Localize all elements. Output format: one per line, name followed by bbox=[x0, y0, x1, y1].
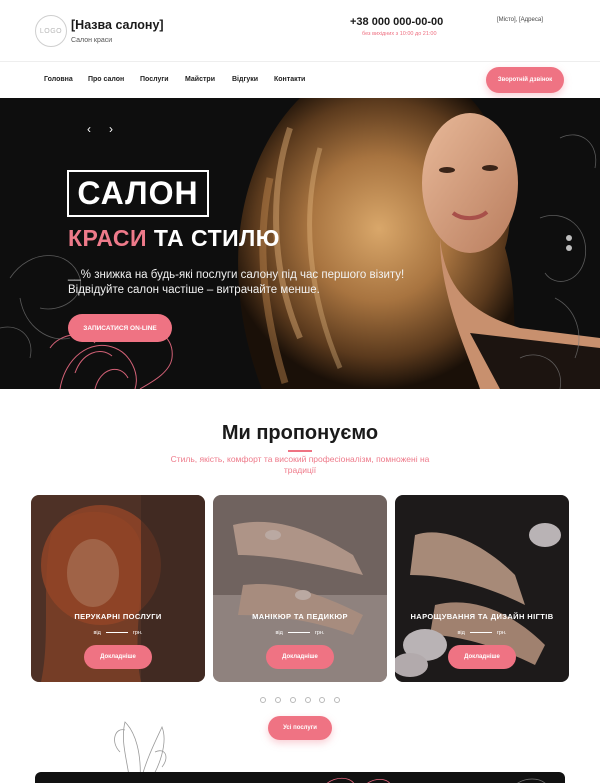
section-subtitle: Стиль, якість, комфорт та високий профес… bbox=[170, 454, 430, 475]
price-from: від bbox=[275, 630, 283, 636]
card-title: НАРОЩУВАННЯ ТА ДИЗАЙН НІГТІВ bbox=[410, 612, 554, 621]
carousel-dot[interactable] bbox=[275, 697, 281, 703]
card-price: від грн. bbox=[395, 630, 569, 636]
hero-promo-line-1: __% знижка на будь-які послуги салону пі… bbox=[68, 269, 405, 281]
hero-prev-arrow-icon[interactable]: ‹ bbox=[87, 122, 91, 136]
site-header: LOGO [Назва салону] Салон краси +38 000 … bbox=[0, 0, 600, 62]
price-currency: грн. bbox=[314, 630, 325, 636]
card-more-button[interactable]: Докладніше bbox=[84, 645, 152, 669]
card-price: від грн. bbox=[213, 630, 387, 636]
callback-button[interactable]: Зворотній дзвінок bbox=[486, 67, 564, 93]
carousel-dot[interactable] bbox=[260, 697, 266, 703]
card-more-button[interactable]: Докладніше bbox=[266, 645, 334, 669]
hero-slide-dot[interactable] bbox=[566, 235, 572, 241]
hero-banner: ‹ › САЛОН КРАСИ ТА СТИЛЮ __% знижка на б… bbox=[0, 98, 600, 389]
nav-item-home[interactable]: Головна bbox=[44, 76, 73, 83]
carousel-dot[interactable] bbox=[319, 697, 325, 703]
hero-promo: __% знижка на будь-які послуги салону пі… bbox=[68, 268, 448, 298]
price-dash bbox=[469, 632, 492, 634]
nav-item-about[interactable]: Про салон bbox=[88, 76, 124, 83]
card-price: від грн. bbox=[31, 630, 205, 636]
hero-subtitle-accent: КРАСИ bbox=[68, 225, 148, 251]
service-card-hair[interactable]: ПЕРУКАРНІ ПОСЛУГИ від грн. Докладніше bbox=[31, 495, 205, 682]
hero-promo-line-2: Відвідуйте салон частіше – витрачайте ме… bbox=[68, 284, 320, 296]
service-card-nails[interactable]: НАРОЩУВАННЯ ТА ДИЗАЙН НІГТІВ від грн. Док… bbox=[395, 495, 569, 682]
brand: [Назва салону] Салон краси bbox=[71, 18, 164, 44]
carousel-dot[interactable] bbox=[305, 697, 311, 703]
hero-title: САЛОН bbox=[67, 170, 209, 217]
section-title: Ми пропонуємо bbox=[221, 422, 379, 444]
card-title: МАНІКЮР ТА ПЕДИКЮР bbox=[252, 612, 348, 621]
floral-pattern bbox=[327, 777, 546, 783]
price-dash bbox=[287, 632, 310, 634]
nav-item-reviews[interactable]: Відгуки bbox=[232, 76, 258, 83]
logo[interactable]: LOGO bbox=[35, 15, 67, 47]
phone-number[interactable]: +38 000 000-00-00 bbox=[350, 16, 443, 28]
salon-name: [Назва салону] bbox=[71, 18, 164, 32]
nav-item-masters[interactable]: Майстри bbox=[185, 76, 215, 83]
carousel-dot[interactable] bbox=[290, 697, 296, 703]
price-from: від bbox=[93, 630, 101, 636]
online-booking-button[interactable]: ЗАПИСАТИСЯ ON-LINE bbox=[68, 314, 172, 342]
nav-item-contacts[interactable]: Контакти bbox=[274, 76, 305, 83]
price-currency: грн. bbox=[132, 630, 143, 636]
hero-subtitle: КРАСИ ТА СТИЛЮ bbox=[68, 225, 280, 252]
section-divider bbox=[288, 450, 312, 452]
salon-subtitle: Салон краси bbox=[71, 37, 113, 44]
price-currency: грн. bbox=[496, 630, 507, 636]
hero-next-arrow-icon[interactable]: › bbox=[109, 122, 113, 136]
service-card-manicure[interactable]: МАНІКЮР ТА ПЕДИКЮР від грн. Докладніше bbox=[213, 495, 387, 682]
nav-item-services[interactable]: Послуги bbox=[140, 76, 169, 83]
carousel-dot[interactable] bbox=[334, 697, 340, 703]
card-more-button[interactable]: Докладніше bbox=[448, 645, 516, 669]
price-from: від bbox=[457, 630, 465, 636]
price-dash bbox=[105, 632, 128, 634]
working-hours: без вихідних з 10:00 до 21:00 bbox=[362, 31, 437, 37]
all-services-button[interactable]: Усі послуги bbox=[268, 716, 332, 740]
hero-subtitle-rest: ТА СТИЛЮ bbox=[147, 225, 281, 251]
hero-slide-dot[interactable] bbox=[566, 245, 572, 251]
address: [Місто], [Адреса] bbox=[497, 17, 543, 23]
card-title: ПЕРУКАРНІ ПОСЛУГИ bbox=[74, 612, 162, 621]
next-section-preview bbox=[35, 772, 565, 783]
